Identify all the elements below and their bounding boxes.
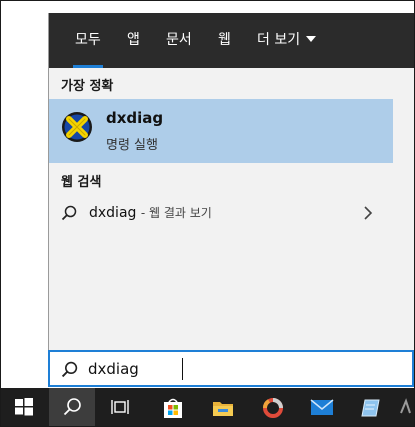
tab-web[interactable]: 웹 [218,13,231,68]
caret-down-icon [306,36,317,42]
web-result-text: dxdiag - 웹 결과 보기 [89,204,212,221]
tab-label: 더 보기 [257,32,301,48]
web-result-hint: - 웹 결과 보기 [140,206,212,220]
notepad-button[interactable] [347,388,393,426]
taskbar [1,388,414,426]
store-button[interactable] [149,388,195,426]
search-icon [61,361,78,378]
app-ring-button[interactable] [249,388,295,426]
web-search-header: 웹 검색 [61,175,102,190]
chevron-right-icon [364,206,373,220]
best-match-header: 가장 정확 [61,79,114,94]
filter-tabs: 모두 앱 문서 웹 더 보기 [49,13,414,68]
tab-label: 앱 [127,32,140,48]
task-view-button[interactable] [97,388,143,426]
tab-label: 웹 [218,32,231,48]
partial-app-button[interactable] [393,388,414,426]
tab-more[interactable]: 더 보기 [257,13,317,68]
file-explorer-button[interactable] [199,388,245,426]
text-cursor [182,358,183,380]
mail-icon [310,399,334,415]
search-icon [63,398,81,416]
tab-documents[interactable]: 문서 [166,13,192,68]
task-view-icon [111,400,129,414]
search-input[interactable] [88,356,288,382]
tab-label: 모두 [75,32,101,48]
tab-label: 문서 [166,32,192,48]
directx-icon [62,112,92,142]
result-app-type: 명령 실행 [106,138,158,153]
store-icon [164,398,182,418]
web-result-query: dxdiag [89,205,137,221]
result-app-name: dxdiag [106,109,164,127]
mail-button[interactable] [297,388,343,426]
search-icon [61,205,77,221]
tab-apps[interactable]: 앱 [127,13,140,68]
search-panel: 모두 앱 문서 웹 더 보기 가장 정확 dxdiag 명령 실행 웹 검색 d… [48,13,414,387]
start-button[interactable] [1,388,47,426]
search-box[interactable] [48,350,414,387]
partial-app-icon [400,398,411,414]
web-search-result[interactable]: dxdiag - 웹 결과 보기 [49,198,393,228]
taskbar-search-button[interactable] [49,388,95,426]
best-match-result[interactable]: dxdiag 명령 실행 [49,99,393,163]
file-explorer-icon [213,402,233,416]
notepad-icon [361,399,380,417]
app-ring-icon [262,398,283,418]
screen-frame: 모두 앱 문서 웹 더 보기 가장 정확 dxdiag 명령 실행 웹 검색 d… [0,0,415,427]
tab-all[interactable]: 모두 [73,13,103,68]
windows-start-icon [15,398,33,416]
